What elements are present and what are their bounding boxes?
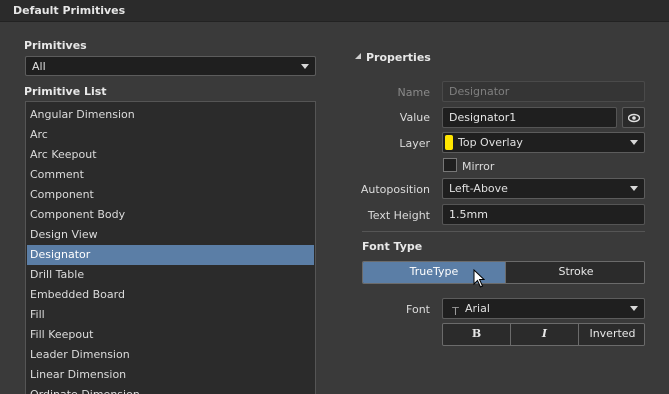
chevron-down-icon <box>301 64 309 69</box>
list-item[interactable]: Linear Dimension <box>27 365 314 385</box>
list-item[interactable]: Embedded Board <box>27 285 314 305</box>
chevron-down-icon <box>630 306 638 311</box>
mirror-checkbox[interactable] <box>443 158 457 172</box>
text-height-label: Text Height <box>367 209 430 222</box>
layer-dropdown[interactable]: Top Overlay <box>442 132 645 153</box>
primitives-dropdown[interactable]: All <box>25 56 316 76</box>
text-height-field[interactable]: 1.5mm <box>442 204 645 225</box>
list-item[interactable]: Component <box>27 185 314 205</box>
primitives-label: Primitives <box>24 39 87 52</box>
eye-icon <box>628 113 640 123</box>
bold-button[interactable]: B <box>443 324 510 345</box>
list-item-selected[interactable]: Designator <box>27 245 314 265</box>
value-field[interactable]: Designator1 <box>442 107 617 128</box>
list-item[interactable]: Leader Dimension <box>27 345 314 365</box>
font-dropdown-value: Arial <box>465 302 490 315</box>
layer-color-swatch <box>445 135 453 150</box>
list-item[interactable]: Ordinate Dimension <box>27 385 314 394</box>
primitives-dropdown-value: All <box>32 60 46 73</box>
chevron-down-icon <box>630 140 638 145</box>
list-item[interactable]: Drill Table <box>27 265 314 285</box>
list-item[interactable]: Fill <box>27 305 314 325</box>
font-type-segmented-control[interactable]: TrueType Stroke <box>362 261 645 284</box>
italic-button[interactable]: I <box>511 324 578 345</box>
autoposition-dropdown[interactable]: Left-Above <box>442 178 645 199</box>
dialog-title: Default Primitives <box>13 4 126 17</box>
layer-label: Layer <box>399 137 430 150</box>
text-height-field-value: 1.5mm <box>449 208 488 221</box>
truetype-font-icon: Ｔ <box>450 305 461 318</box>
name-label: Name <box>397 86 430 99</box>
list-item[interactable]: Design View <box>27 225 314 245</box>
value-label: Value <box>399 111 430 124</box>
autoposition-label: Autoposition <box>360 183 430 196</box>
inverted-button[interactable]: Inverted <box>579 324 644 345</box>
font-style-buttons: B I Inverted <box>442 323 645 346</box>
primitive-list[interactable]: Angular Dimension Arc Arc Keepout Commen… <box>25 101 316 394</box>
list-item[interactable]: Component Body <box>27 205 314 225</box>
name-field-value: Designator <box>449 85 510 98</box>
primitive-list-label: Primitive List <box>24 85 107 98</box>
list-item[interactable]: Fill Keepout <box>27 325 314 345</box>
dialog-title-bar: Default Primitives <box>0 0 669 22</box>
properties-header: Properties <box>366 51 431 64</box>
layer-dropdown-value: Top Overlay <box>458 136 523 149</box>
collapse-triangle-icon[interactable] <box>355 53 362 60</box>
font-type-header: Font Type <box>362 240 423 253</box>
font-type-stroke-button[interactable]: Stroke <box>506 262 644 283</box>
visibility-toggle-button[interactable] <box>622 107 645 128</box>
value-field-value: Designator1 <box>449 111 517 124</box>
font-dropdown[interactable]: Ｔ Arial <box>442 298 645 319</box>
autoposition-dropdown-value: Left-Above <box>449 182 508 195</box>
name-field: Designator <box>442 81 645 102</box>
mirror-label: Mirror <box>462 160 495 173</box>
divider <box>362 231 645 232</box>
list-item[interactable]: Arc <box>27 125 314 145</box>
mouse-cursor-icon <box>473 269 485 288</box>
font-label: Font <box>406 303 430 316</box>
list-item[interactable]: Comment <box>27 165 314 185</box>
list-item[interactable]: Angular Dimension <box>27 105 314 125</box>
list-item[interactable]: Arc Keepout <box>27 145 314 165</box>
chevron-down-icon <box>630 186 638 191</box>
